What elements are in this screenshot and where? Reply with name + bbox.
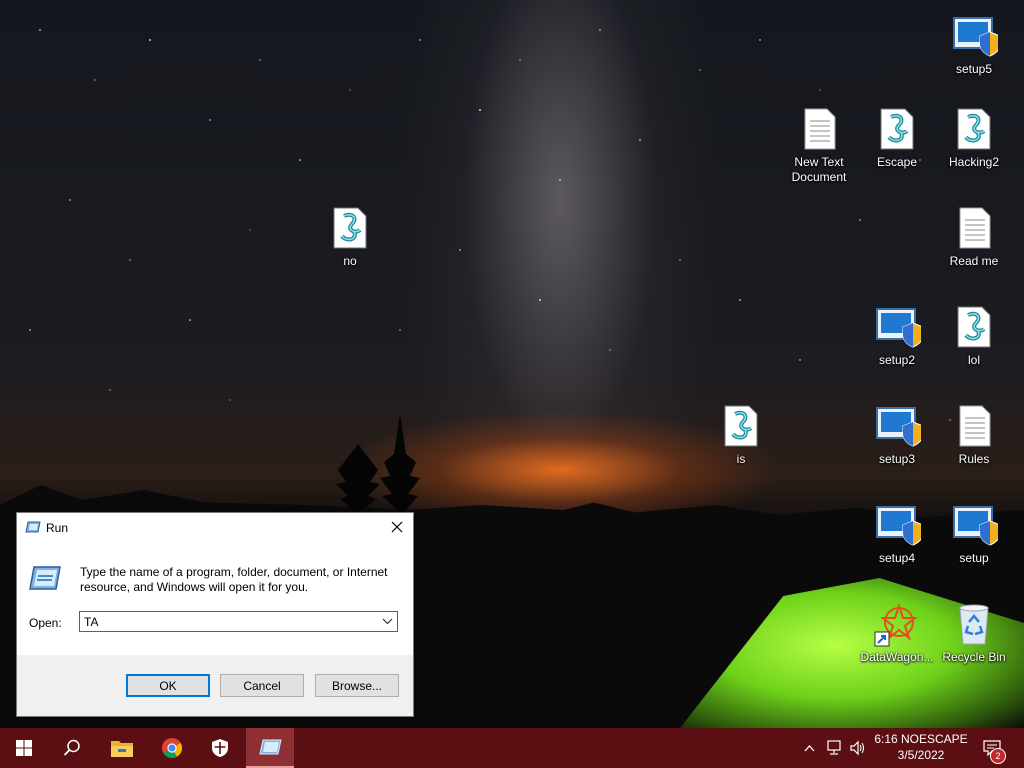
desktop-icon-setup4[interactable]: setup4 — [859, 501, 935, 566]
clock-time: 6:16 NOESCAPE — [874, 732, 968, 746]
run-large-icon — [29, 566, 61, 590]
text-document-icon — [959, 405, 991, 447]
windows-start-icon — [16, 740, 32, 756]
chrome-icon — [162, 738, 183, 759]
run-dialog-body: Type the name of a program, folder, docu… — [17, 541, 413, 655]
taskbar: 6:16 NOESCAPE 3/5/2022 — [0, 728, 1024, 768]
cancel-button[interactable]: Cancel — [220, 674, 304, 697]
datawagon-shortcut-icon — [874, 602, 918, 647]
file-explorer-icon — [111, 741, 133, 757]
run-dialog-titlebar[interactable]: Run — [17, 513, 413, 541]
network-icon — [827, 740, 841, 755]
desktop-icon-new-text-document[interactable]: New Text Document — [781, 105, 857, 185]
text-document-icon — [959, 207, 991, 249]
script-file-icon — [880, 108, 914, 150]
tray-volume[interactable] — [846, 728, 870, 768]
chevron-down-icon[interactable] — [382, 616, 393, 627]
desktop-icon-recycle-bin[interactable]: Recycle Bin — [936, 600, 1012, 665]
desktop-icon-rules[interactable]: Rules — [936, 402, 1012, 467]
desktop-icon-escape[interactable]: Escape — [859, 105, 935, 170]
chevron-up-icon — [804, 745, 814, 752]
desktop-icon-label: is — [736, 452, 746, 466]
setup-shield-icon — [876, 407, 921, 447]
desktop-icon-label: setup3 — [878, 452, 916, 466]
run-app-icon — [259, 739, 282, 755]
run-dialog-title: Run — [46, 521, 69, 535]
setup-shield-icon — [953, 17, 998, 57]
taskbar-file-explorer[interactable] — [98, 728, 146, 768]
desktop-icon-setup3[interactable]: setup3 — [859, 402, 935, 467]
desktop-icon-setup[interactable]: setup — [936, 501, 1012, 566]
desktop-icon-label: setup2 — [878, 353, 916, 367]
desktop-icon-label: New Text Document — [791, 155, 847, 184]
security-shield-icon — [212, 739, 228, 757]
desktop-icon-label: Escape — [876, 155, 918, 169]
desktop-icon-label: Rules — [958, 452, 990, 466]
desktop-icon-setup5[interactable]: setup5 — [936, 12, 1012, 77]
desktop-icon-label: no — [343, 254, 357, 268]
clock-date: 3/5/2022 — [897, 748, 945, 762]
desktop-icon-hacking2[interactable]: Hacking2 — [936, 105, 1012, 170]
browse-button[interactable]: Browse... — [315, 674, 399, 697]
ok-button[interactable]: OK — [126, 674, 210, 697]
taskbar-run[interactable] — [246, 728, 294, 768]
desktop-icon-label: setup5 — [955, 62, 993, 76]
setup-shield-icon — [953, 506, 998, 546]
desktop-icon-setup2[interactable]: setup2 — [859, 303, 935, 368]
open-input[interactable] — [80, 612, 376, 631]
text-document-icon — [804, 108, 836, 150]
desktop-icon-label: DataWagon... — [860, 650, 934, 664]
desktop-icon-read-me[interactable]: Read me — [936, 204, 1012, 269]
run-dialog-footer: OK Cancel Browse... — [17, 655, 413, 716]
desktop-icon-datawagon[interactable]: DataWagon... — [859, 600, 935, 665]
script-file-icon — [957, 306, 991, 348]
speaker-icon — [850, 740, 865, 756]
tray-network[interactable] — [822, 728, 846, 768]
run-dialog: Run Type the name of a program, folder, … — [16, 512, 414, 717]
recycle-bin-icon — [959, 604, 989, 645]
script-file-icon — [724, 405, 758, 447]
desktop-icon-is[interactable]: is — [703, 402, 779, 467]
search-button[interactable] — [48, 728, 96, 768]
script-file-icon — [333, 207, 367, 249]
script-file-icon — [957, 108, 991, 150]
open-combobox[interactable] — [79, 611, 398, 632]
start-button[interactable] — [0, 728, 48, 768]
desktop-icon-label: Recycle Bin — [942, 650, 1006, 664]
desktop-icon-label: lol — [967, 353, 980, 367]
run-app-icon — [25, 521, 41, 533]
desktop-icon-label: setup — [959, 551, 989, 565]
taskbar-chrome[interactable] — [148, 728, 196, 768]
close-icon — [391, 521, 403, 533]
taskbar-clock[interactable]: 6:16 NOESCAPE 3/5/2022 — [872, 731, 970, 763]
tree-silhouettes — [336, 414, 420, 514]
setup-shield-icon — [876, 506, 921, 546]
notification-count-badge: 2 — [990, 748, 1006, 764]
open-label: Open: — [29, 616, 62, 630]
close-button[interactable] — [381, 513, 413, 541]
setup-shield-icon — [876, 308, 921, 348]
desktop-icon-label: setup4 — [878, 551, 916, 565]
search-icon — [63, 739, 80, 756]
desktop-icon-lol[interactable]: lol — [936, 303, 1012, 368]
taskbar-security[interactable] — [196, 728, 244, 768]
desktop-icon-label: Hacking2 — [948, 155, 1000, 169]
run-description: Type the name of a program, folder, docu… — [80, 565, 388, 594]
desktop-icon-no[interactable]: no — [312, 204, 388, 269]
desktop-icon-label: Read me — [949, 254, 999, 268]
tray-overflow-button[interactable] — [800, 728, 818, 768]
